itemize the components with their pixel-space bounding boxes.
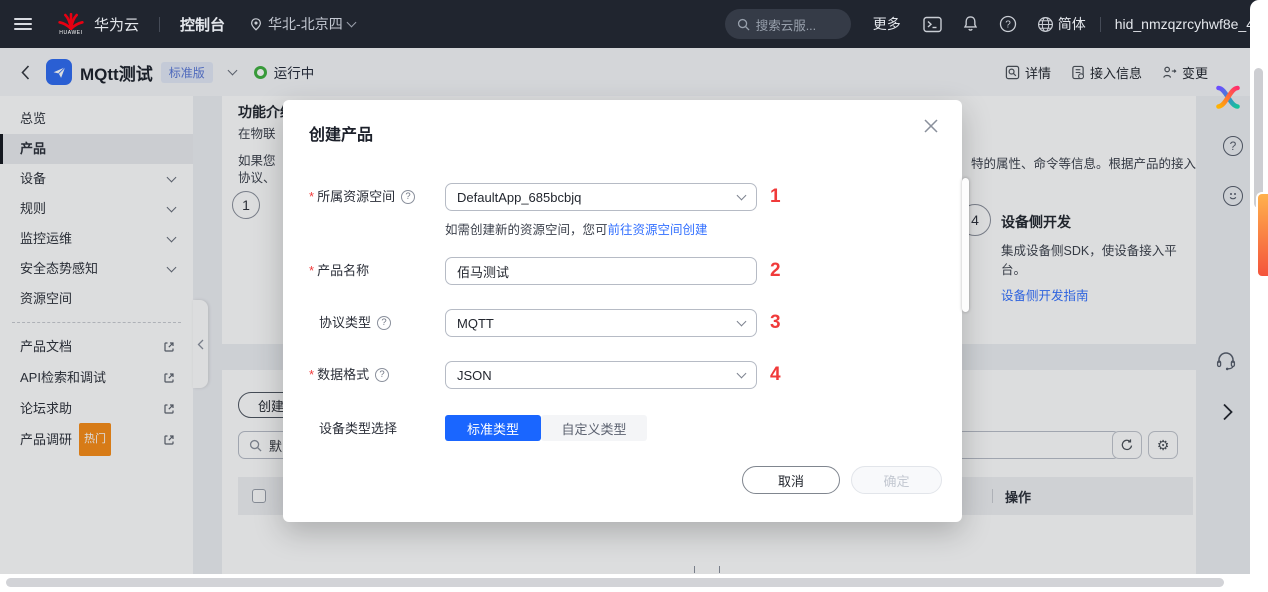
required-mark: * (309, 183, 314, 211)
horizontal-scrollbar-thumb[interactable] (6, 578, 1224, 587)
field-label-product-name: * 产品名称 (309, 257, 445, 285)
field-label-protocol: 协议类型 ? (309, 309, 445, 337)
close-icon (923, 118, 939, 134)
cancel-button[interactable]: 取消 (742, 466, 840, 494)
vertical-scrollbar-thumb[interactable] (1254, 68, 1263, 208)
annotation-3: 3 (770, 312, 781, 334)
screen: HUAWEI 华为云 控制台 华北-北京四 搜索云服... 更多 (0, 0, 1268, 592)
help-tooltip-icon[interactable]: ? (375, 368, 389, 382)
field-row-product-name: * 产品名称 (309, 257, 445, 285)
help-tooltip-icon[interactable]: ? (401, 190, 415, 204)
product-name-input[interactable] (445, 257, 757, 285)
region-label: 华北-北京四 (268, 14, 343, 34)
svg-text:?: ? (1005, 20, 1011, 31)
confirm-button[interactable]: 确定 (851, 466, 942, 494)
region-selector[interactable]: 华北-北京四 (249, 14, 355, 34)
create-resource-space-link[interactable]: 前往资源空间创建 (608, 223, 708, 237)
modal-close-button[interactable] (920, 115, 942, 137)
more-menu[interactable]: 更多 (873, 14, 901, 34)
language-label: 简体 (1058, 14, 1086, 34)
resource-space-value: DefaultApp_685bcbjq (457, 190, 581, 205)
field-label-text: 协议类型 (319, 309, 371, 337)
field-label-text: 产品名称 (317, 257, 369, 285)
navbar-divider (1100, 17, 1101, 32)
annotation-2: 2 (770, 260, 781, 282)
field-label-data-format: * 数据格式 ? (309, 361, 445, 389)
console-link[interactable]: 控制台 (180, 14, 225, 35)
search-placeholder: 搜索云服... (756, 15, 816, 34)
protocol-value: MQTT (457, 316, 494, 331)
navbar-divider (159, 17, 160, 32)
field-label-text: 设备类型选择 (319, 415, 397, 443)
field-label-text: 所属资源空间 (317, 183, 395, 211)
chevron-down-icon (737, 191, 747, 201)
field-row-resource-space: * 所属资源空间 ? (309, 183, 445, 211)
data-format-value: JSON (457, 368, 492, 383)
huawei-logo[interactable]: HUAWEI (58, 13, 84, 36)
field-row-device-type: 设备类型选择 (309, 415, 445, 443)
hint-text: 如需创建新的资源空间，您可 (445, 223, 608, 237)
top-navbar: HUAWEI 华为云 控制台 华北-北京四 搜索云服... 更多 (0, 0, 1268, 48)
account-username[interactable]: hid_nmzqzrcyhwf8e_4 (1115, 16, 1254, 32)
language-selector[interactable]: 简体 (1037, 14, 1086, 34)
location-pin-icon (249, 17, 263, 32)
modal-title: 创建产品 (309, 121, 373, 145)
resource-space-select[interactable]: DefaultApp_685bcbjq (445, 183, 757, 211)
help-tooltip-icon[interactable]: ? (377, 316, 391, 330)
chevron-down-icon (346, 18, 356, 28)
globe-icon (1037, 16, 1054, 33)
field-row-data-format: * 数据格式 ? (309, 361, 445, 389)
search-icon (737, 18, 750, 31)
notifications-bell-icon[interactable] (962, 15, 979, 33)
survey-side-widget[interactable] (1256, 192, 1268, 278)
annotation-1: 1 (770, 186, 781, 208)
protocol-select[interactable]: MQTT (445, 309, 757, 337)
chevron-down-icon (737, 369, 747, 379)
required-mark: * (309, 361, 314, 389)
data-format-select[interactable]: JSON (445, 361, 757, 389)
huawei-wordmark: HUAWEI (59, 31, 82, 36)
help-question-icon[interactable]: ? (999, 15, 1017, 33)
huawei-flower-icon (58, 13, 84, 30)
modal-scrollbar-thumb[interactable] (962, 178, 969, 312)
cli-terminal-icon[interactable] (923, 16, 942, 33)
brand-name[interactable]: 华为云 (94, 14, 139, 35)
field-row-protocol: 协议类型 ? (309, 309, 445, 337)
device-type-standard-option[interactable]: 标准类型 (445, 415, 541, 441)
device-type-custom-option[interactable]: 自定义类型 (541, 415, 647, 441)
resource-space-hint: 如需创建新的资源空间，您可前往资源空间创建 (445, 219, 708, 238)
field-label-text: 数据格式 (317, 361, 369, 389)
chevron-down-icon (737, 317, 747, 327)
field-label-device-type: 设备类型选择 (309, 415, 445, 443)
field-label-resource-space: * 所属资源空间 ? (309, 183, 445, 211)
global-search-input[interactable]: 搜索云服... (725, 9, 851, 39)
required-mark: * (309, 257, 314, 285)
colorful-x-widget-logo[interactable] (1215, 85, 1241, 110)
hamburger-menu-icon[interactable] (14, 18, 32, 30)
annotation-4: 4 (770, 364, 781, 386)
device-type-segmented-control: 标准类型 自定义类型 (445, 415, 647, 441)
create-product-modal: 创建产品 * 所属资源空间 ? DefaultApp_685bcbjq 如需创建… (283, 100, 962, 522)
